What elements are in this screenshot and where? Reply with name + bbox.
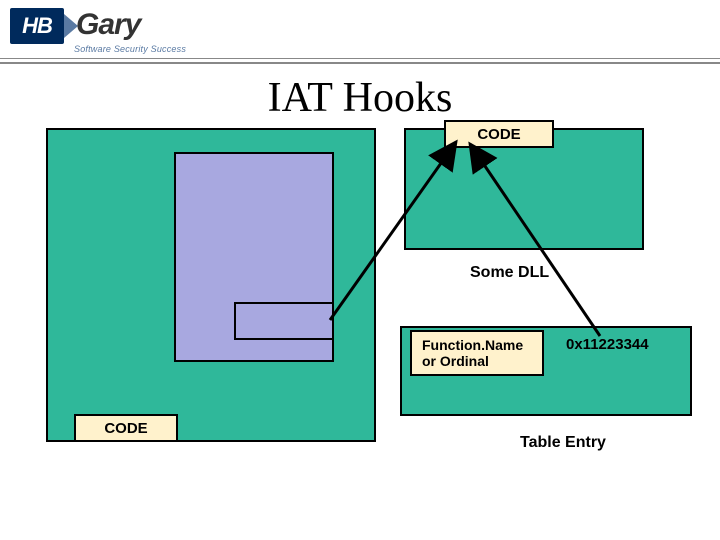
some-dll-label: Some DLL	[470, 264, 549, 282]
code-label-top: CODE	[444, 120, 554, 148]
function-name-cell: Function.Name or Ordinal	[410, 330, 544, 376]
code-label-bottom: CODE	[74, 414, 178, 442]
logo: HB Gary Software Security Success	[10, 8, 190, 56]
page-title: IAT Hooks	[0, 74, 720, 122]
logo-tagline: Software Security Success	[74, 44, 186, 54]
import-entry-block	[234, 302, 334, 340]
divider	[0, 58, 720, 59]
address-cell: 0x11223344	[566, 336, 649, 353]
divider	[0, 62, 720, 64]
logo-gary: Gary	[76, 8, 140, 42]
logo-hb: HB	[10, 8, 64, 44]
table-entry-label: Table Entry	[520, 434, 606, 452]
